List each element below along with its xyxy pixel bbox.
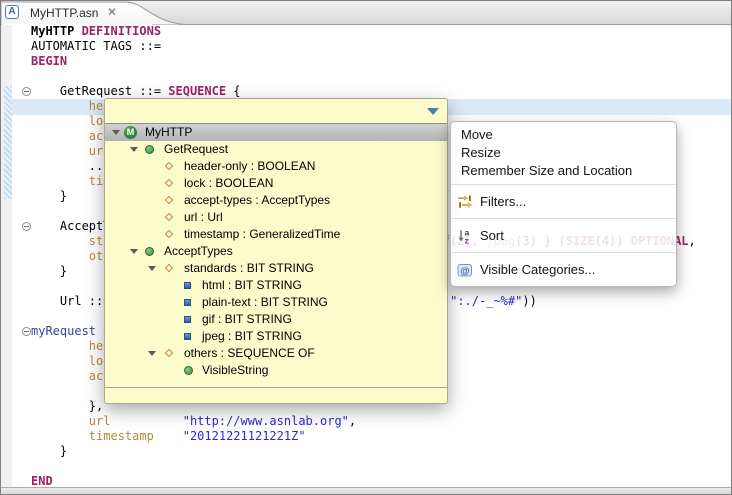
code-line[interactable]: url "http://www.asnlab.org", (31, 414, 356, 429)
filters-icon (457, 193, 473, 209)
menu-separator (451, 252, 676, 253)
code-line[interactable]: } (31, 444, 67, 459)
outline-node[interactable]: header-only : BOOLEAN (105, 158, 447, 175)
field-icon (165, 196, 173, 204)
outline-node[interactable]: jpeg : BIT STRING (105, 328, 447, 345)
svg-text:z: z (465, 236, 469, 245)
outline-filter-input[interactable] (105, 99, 447, 123)
outline-node-label: jpeg : BIT STRING (202, 328, 302, 345)
type-icon (184, 366, 193, 375)
menu-item-filters[interactable]: Filters... (451, 189, 676, 214)
menu-item-resize[interactable]: Resize (451, 144, 676, 162)
outline-node-label: VisibleString (202, 362, 268, 379)
code-line[interactable]: timestamp "20121221121221Z" (31, 429, 306, 444)
expand-caret-icon[interactable] (130, 249, 138, 254)
bit-icon (184, 316, 191, 323)
field-icon (165, 179, 173, 187)
expand-caret-icon[interactable] (112, 130, 120, 135)
outline-node[interactable]: VisibleString (105, 362, 447, 379)
outline-node-label: others : SEQUENCE OF (184, 345, 315, 362)
outline-node-label: GetRequest (164, 141, 228, 158)
field-icon (165, 349, 173, 357)
popup-bottom-separator (105, 387, 447, 388)
expand-caret-icon[interactable] (148, 351, 156, 356)
outline-node[interactable]: standards : BIT STRING (105, 260, 447, 277)
menu-separator (451, 184, 676, 185)
outline-node-label: accept-types : AcceptTypes (184, 192, 330, 209)
type-icon (145, 145, 154, 154)
outline-node[interactable]: url : Url (105, 209, 447, 226)
outline-node-label: MyHTTP (145, 124, 192, 141)
bit-icon (184, 299, 191, 306)
type-icon (145, 247, 154, 256)
field-icon (165, 162, 173, 170)
field-icon (165, 230, 173, 238)
code-line[interactable]: GetRequest ::= SEQUENCE { (31, 84, 241, 99)
outline-node-label: gif : BIT STRING (202, 311, 292, 328)
outline-node[interactable]: others : SEQUENCE OF (105, 345, 447, 362)
popup-menu-dropdown-icon[interactable] (427, 108, 439, 115)
code-line[interactable]: MyHTTP DEFINITIONS (31, 25, 161, 39)
outline-tree: M MyHTTPGetRequestheader-only : BOOLEANlo… (105, 124, 447, 379)
menu-item-remember-size-and-location[interactable]: Remember Size and Location (451, 162, 676, 180)
code-line[interactable]: } (31, 189, 67, 204)
fold-collapse-icon[interactable] (22, 327, 31, 336)
outline-node-label: AcceptTypes (164, 243, 233, 260)
outline-node[interactable]: GetRequest (105, 141, 447, 158)
outline-node[interactable]: gif : BIT STRING (105, 311, 447, 328)
menu-item-label: Move (461, 127, 493, 142)
outline-node[interactable]: accept-types : AcceptTypes (105, 192, 447, 209)
outline-node-label: header-only : BOOLEAN (184, 158, 315, 175)
code-line[interactable]: }, (31, 399, 103, 414)
sort-icon: az (457, 227, 473, 243)
fold-collapse-icon[interactable] (22, 87, 31, 96)
menu-item-move[interactable]: Move (451, 126, 676, 144)
outline-node-label: plain-text : BIT STRING (202, 294, 328, 311)
outline-node-label: timestamp : GeneralizedTime (184, 226, 340, 243)
editor-tab-bar: A MyHTTP.asn ✕ (1, 1, 731, 25)
outline-node-label: standards : BIT STRING (184, 260, 314, 277)
code-line[interactable]: BEGIN (31, 54, 67, 69)
expand-caret-icon[interactable] (130, 147, 138, 152)
menu-item-visible-categories[interactable]: @ Visible Categories... (451, 257, 676, 282)
menu-separator (451, 218, 676, 219)
svg-text:@: @ (460, 266, 469, 277)
outline-node[interactable]: timestamp : GeneralizedTime (105, 226, 447, 243)
code-line[interactable]: END (31, 474, 53, 487)
field-icon (165, 264, 173, 272)
menu-item-label: Resize (461, 145, 501, 160)
menu-item-sort[interactable]: az Sort (451, 223, 676, 248)
asn-file-icon: A (5, 5, 19, 19)
tab-title[interactable]: MyHTTP.asn (30, 6, 98, 20)
code-line[interactable]: } (31, 264, 67, 279)
categories-icon: @ (457, 261, 473, 277)
bit-icon (184, 282, 191, 289)
outline-node[interactable]: plain-text : BIT STRING (105, 294, 447, 311)
outline-node-label: url : Url (184, 209, 223, 226)
outline-node[interactable]: M MyHTTP (105, 124, 447, 141)
code-line[interactable]: AUTOMATIC TAGS ::= (31, 39, 161, 54)
menu-item-label: Remember Size and Location (461, 163, 632, 178)
outline-node-label: html : BIT STRING (202, 277, 302, 294)
outline-node[interactable]: lock : BOOLEAN (105, 175, 447, 192)
outline-node[interactable]: html : BIT STRING (105, 277, 447, 294)
context-menu: Move Resize Remember Size and Location Filt… (450, 121, 677, 287)
outline-node[interactable]: AcceptTypes (105, 243, 447, 260)
fold-collapse-icon[interactable] (22, 222, 31, 231)
quick-outline-popup: M MyHTTPGetRequestheader-only : BOOLEANlo… (104, 98, 448, 404)
expand-caret-icon[interactable] (148, 266, 156, 271)
menu-item-label: Visible Categories... (480, 262, 595, 277)
tab-close-icon[interactable]: ✕ (107, 5, 117, 19)
field-icon (165, 213, 173, 221)
outline-node-label: lock : BOOLEAN (184, 175, 273, 192)
fold-column (1, 25, 33, 487)
menu-item-label: Sort (480, 228, 504, 243)
status-bar (1, 487, 731, 494)
bit-icon (184, 333, 191, 340)
module-icon: M (124, 126, 137, 139)
editor-window: A MyHTTP.asn ✕ MyHTTP DEFINITIONSAUTOMAT… (0, 0, 732, 495)
menu-item-label: Filters... (480, 194, 526, 209)
